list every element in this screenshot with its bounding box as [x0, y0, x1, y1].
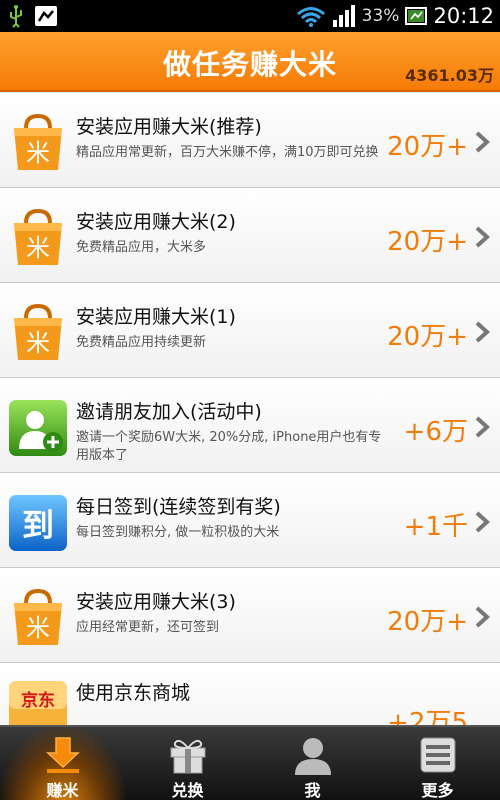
task-desc: 邀请一个奖励6W大米, 20%分成, iPhone用户也有专用版本了 — [76, 430, 382, 463]
gift-icon — [170, 739, 205, 774]
svg-text:米: 米 — [26, 614, 50, 642]
task-desc: 每日签到赚积分, 做一粒积极的大米 — [76, 525, 280, 540]
task-title: 安装应用赚大米(3) — [76, 591, 236, 613]
svg-text:米: 米 — [26, 329, 50, 357]
svg-text:米: 米 — [26, 234, 50, 262]
chevron-right-icon — [475, 416, 490, 438]
task-item-invite-friends[interactable]: 邀请朋友加入(活动中) 邀请一个奖励6W大米, 20%分成, iPhone用户也… — [0, 378, 500, 473]
rice-balance: 4361.03万 — [405, 66, 494, 85]
nav-label: 兑换 — [171, 781, 204, 800]
task-reward: +1千 — [403, 512, 468, 542]
task-desc: 应用经常更新，还可签到 — [76, 620, 220, 635]
chevron-right-icon — [475, 606, 490, 628]
task-desc: 免费精品应用持续更新 — [76, 335, 207, 350]
task-list: 米 安装应用赚大米(推荐) 精品应用常更新，百万大米赚不停，满10万即可兑换 2… — [0, 93, 500, 725]
usb-icon — [10, 5, 22, 28]
task-reward: 20万+ — [387, 322, 468, 352]
task-title: 使用京东商城 — [76, 682, 191, 704]
chevron-right-icon — [475, 511, 490, 533]
jd-icon-text: 京东 — [21, 690, 55, 711]
checkin-icon: 到 — [8, 494, 68, 552]
task-item-install-3[interactable]: 米 安装应用赚大米(3) 应用经常更新，还可签到 20万+ — [0, 568, 500, 663]
task-title: 安装应用赚大米(1) — [76, 306, 236, 328]
invite-friend-icon — [8, 399, 68, 457]
clock: 20:12 — [433, 4, 494, 28]
wifi-icon — [296, 7, 325, 27]
task-title: 每日签到(连续签到有奖) — [76, 496, 281, 518]
nav-me[interactable]: 我 — [250, 727, 375, 800]
chevron-right-icon — [475, 131, 490, 153]
shopping-bag-icon: 米 — [8, 113, 68, 172]
status-bar: 33% 20:12 — [0, 0, 500, 32]
jd-logo-icon: 京东 — [8, 680, 68, 725]
task-reward: +2万5 — [387, 708, 468, 725]
checkin-icon-text: 到 — [22, 506, 54, 544]
shopping-bag-icon: 米 — [8, 303, 68, 362]
nav-more[interactable]: 更多 — [375, 727, 500, 800]
notification-icon — [35, 6, 57, 26]
shopping-bag-icon: 米 — [8, 208, 68, 267]
task-title: 邀请朋友加入(活动中) — [76, 401, 262, 423]
battery-percent: 33% — [361, 6, 400, 26]
task-item-daily-checkin[interactable]: 到 每日签到(连续签到有奖) 每日签到赚积分, 做一粒积极的大米 +1千 — [0, 473, 500, 568]
person-icon — [294, 738, 331, 775]
chevron-right-icon — [475, 226, 490, 248]
task-reward: 20万+ — [387, 607, 468, 637]
app-header: 做任务赚大米 4361.03万 — [0, 32, 500, 92]
task-reward: 20万+ — [387, 227, 468, 257]
download-arrow-icon — [45, 737, 80, 773]
task-title: 安装应用赚大米(推荐) — [76, 116, 262, 138]
battery-icon — [405, 7, 428, 25]
nav-exchange[interactable]: 兑换 — [125, 727, 250, 800]
task-reward: 20万+ — [387, 132, 468, 162]
shopping-bag-icon: 米 — [8, 588, 68, 647]
svg-text:米: 米 — [26, 139, 50, 167]
task-desc: 精品应用常更新，百万大米赚不停，满10万即可兑换 — [76, 145, 379, 160]
signal-icon — [332, 5, 355, 27]
task-item-jd-mall[interactable]: 京东 使用京东商城 +2万5 — [0, 663, 500, 725]
menu-list-icon — [420, 737, 455, 773]
bottom-nav: 赚米 兑换 我 更多 — [0, 725, 500, 800]
nav-earn[interactable]: 赚米 — [0, 727, 125, 800]
nav-label: 我 — [304, 781, 321, 800]
chevron-right-icon — [475, 321, 490, 343]
task-item-install-1[interactable]: 米 安装应用赚大米(1) 免费精品应用持续更新 20万+ — [0, 283, 500, 378]
task-item-install-2[interactable]: 米 安装应用赚大米(2) 免费精品应用，大米多 20万+ — [0, 188, 500, 283]
nav-label: 更多 — [421, 781, 454, 800]
task-item-install-recommended[interactable]: 米 安装应用赚大米(推荐) 精品应用常更新，百万大米赚不停，满10万即可兑换 2… — [0, 93, 500, 188]
task-reward: +6万 — [403, 417, 468, 447]
task-title: 安装应用赚大米(2) — [76, 211, 236, 233]
nav-label: 赚米 — [46, 781, 79, 800]
task-desc: 免费精品应用，大米多 — [76, 240, 207, 255]
